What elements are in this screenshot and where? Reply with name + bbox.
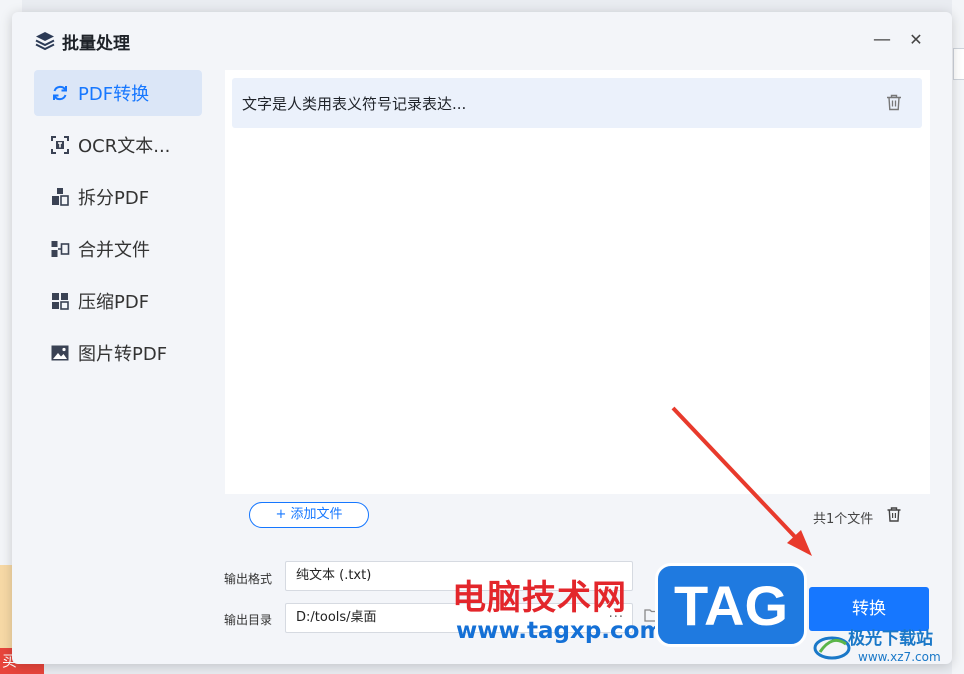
refresh-icon — [53, 85, 67, 101]
watermark-tag-logo: TAG — [655, 563, 807, 647]
batch-dialog: 批量处理 — ✕ PDF转换 OCR文本... 拆分PDF 合并文件 压缩PDF… — [12, 12, 952, 664]
watermark-site-url: www.tagxp.com — [456, 618, 664, 644]
sidebar-item-label: OCR文本... — [78, 136, 171, 157]
sidebar-item-label: 压缩PDF — [78, 292, 150, 313]
sidebar-item-image-to-pdf[interactable]: 图片转PDF — [34, 330, 202, 376]
sidebar-item-compress-pdf[interactable]: 压缩PDF — [34, 278, 202, 324]
output-dir-label: 输出目录 — [224, 613, 273, 627]
sidebar-item-label: 图片转PDF — [78, 344, 168, 365]
ocr-text-icon — [51, 136, 69, 154]
file-row[interactable]: 文字是人类用表义符号记录表达... — [232, 78, 922, 128]
split-icon — [52, 188, 69, 206]
dialog-titlebar: 批量处理 — ✕ — [12, 12, 952, 68]
merge-icon — [51, 241, 70, 257]
watermark-site-name: 电脑技术网 — [452, 578, 627, 618]
file-list-footer: + 添加文件 共1个文件 — [225, 494, 930, 537]
minimize-button[interactable]: — — [870, 28, 894, 52]
sidebar-item-label: 合并文件 — [78, 240, 150, 261]
add-file-button[interactable]: + 添加文件 — [249, 502, 369, 528]
sidebar-item-split-pdf[interactable]: 拆分PDF — [34, 174, 202, 220]
sidebar-item-ocr[interactable]: OCR文本... — [34, 122, 202, 168]
output-format-value: 纯文本 (.txt) — [296, 568, 372, 583]
output-format-label: 输出格式 — [224, 572, 273, 586]
file-name: 文字是人类用表义符号记录表达... — [242, 95, 467, 113]
sidebar-item-pdf-convert[interactable]: PDF转换 — [34, 70, 202, 116]
sidebar-item-label: PDF转换 — [78, 84, 150, 105]
background-app-right-edge — [952, 0, 964, 674]
sidebar-item-merge-files[interactable]: 合并文件 — [34, 226, 202, 272]
dialog-title: 批量处理 — [62, 34, 130, 54]
watermark-logo-url: www.xz7.com — [858, 650, 941, 664]
file-list-panel: 文字是人类用表义符号记录表达... + 添加文件 共1个文件 — [225, 70, 930, 537]
image-icon — [51, 345, 69, 361]
delete-file-icon[interactable] — [886, 94, 902, 111]
sidebar-item-label: 拆分PDF — [78, 188, 150, 209]
file-count: 共1个文件 — [813, 512, 874, 527]
output-dir-value: D:/tools/桌面 — [296, 610, 377, 625]
close-button[interactable]: ✕ — [904, 28, 928, 52]
compress-icon — [52, 293, 69, 310]
watermark-logo-text: 极光下载站 — [848, 629, 933, 649]
background-app-right-box — [953, 48, 964, 80]
clear-all-trash-icon[interactable] — [887, 507, 901, 522]
layers-icon — [35, 32, 55, 51]
tool-sidebar: PDF转换 OCR文本... 拆分PDF 合并文件 压缩PDF 图片转PDF — [34, 70, 202, 382]
